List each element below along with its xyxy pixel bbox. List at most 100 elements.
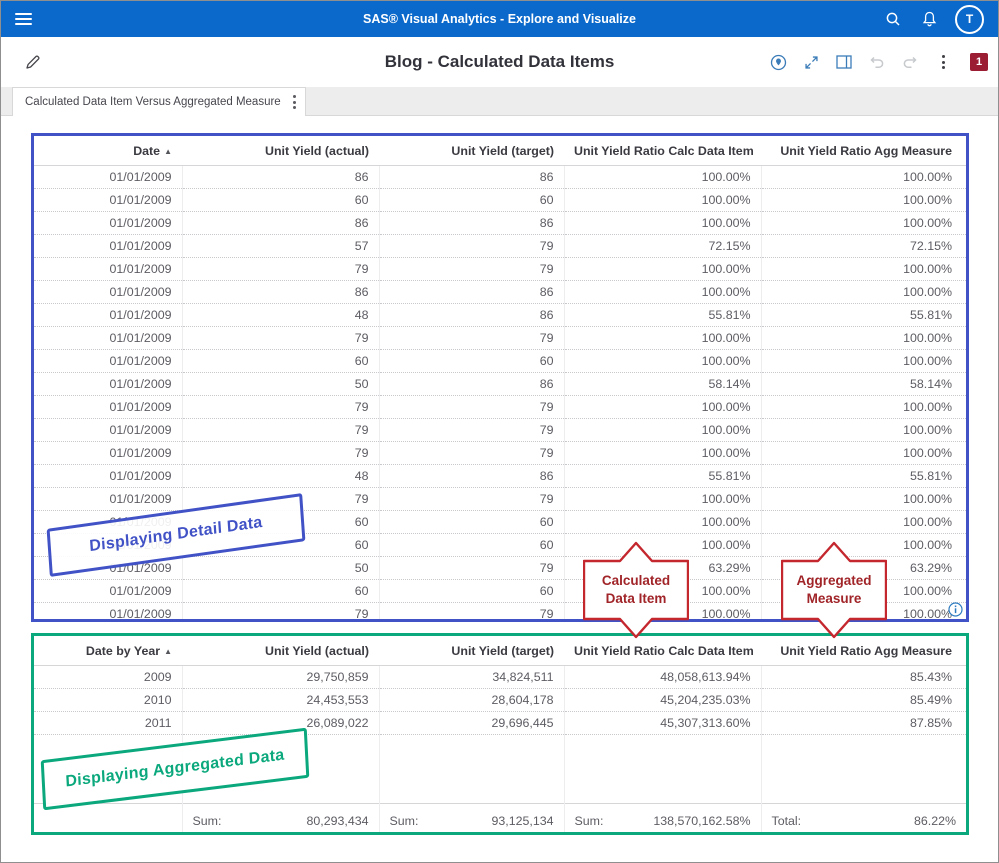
column-header-unit-yield-actual[interactable]: Unit Yield (actual)	[182, 136, 379, 166]
table-cell: 79	[379, 396, 564, 419]
summary-cell-empty	[34, 804, 182, 836]
table-row[interactable]: 01/01/20097979100.00%100.00%	[34, 327, 966, 350]
aggregated-table: Date by Year▲ Unit Yield (actual) Unit Y…	[34, 636, 966, 835]
table-row[interactable]: 01/01/20097979100.00%100.00%	[34, 603, 966, 623]
column-header-date[interactable]: Date▲	[34, 136, 182, 166]
more-options-kebab-icon[interactable]	[933, 52, 953, 72]
table-cell: 60	[182, 511, 379, 534]
table-row[interactable]: 201024,453,55328,604,17845,204,235.03%85…	[34, 689, 966, 712]
application-title: SAS® Visual Analytics - Explore and Visu…	[1, 12, 998, 26]
undo-icon[interactable]	[867, 52, 887, 72]
table-cell: 79	[182, 488, 379, 511]
table-row[interactable]: 200929,750,85934,824,51148,058,613.94%85…	[34, 666, 966, 689]
table-cell: 01/01/2009	[34, 557, 182, 580]
table-row[interactable]: 01/01/20096060100.00%100.00%	[34, 580, 966, 603]
column-header-unit-yield-target[interactable]: Unit Yield (target)	[379, 136, 564, 166]
search-icon[interactable]	[883, 9, 903, 29]
summary-value: 138,570,162.58%	[653, 813, 750, 829]
tab-bar: Calculated Data Item Versus Aggregated M…	[1, 87, 998, 116]
table-cell: 100.00%	[564, 580, 761, 603]
table-row[interactable]: 01/01/20097979100.00%100.00%	[34, 419, 966, 442]
info-icon[interactable]	[948, 602, 963, 617]
table-cell: 100.00%	[761, 350, 966, 373]
table-row[interactable]: 01/01/20098686100.00%100.00%	[34, 212, 966, 235]
table-header-row: Date▲ Unit Yield (actual) Unit Yield (ta…	[34, 136, 966, 166]
table-cell: 55.81%	[761, 465, 966, 488]
table-cell: 57	[182, 235, 379, 258]
table-row[interactable]: 01/01/2009488655.81%55.81%	[34, 304, 966, 327]
table-cell: 100.00%	[564, 212, 761, 235]
table-row[interactable]: 01/01/2009577972.15%72.15%	[34, 235, 966, 258]
column-header-ratio-calc-data-item[interactable]: Unit Yield Ratio Calc Data Item	[564, 636, 761, 666]
table-summary-row: Sum:80,293,434Sum:93,125,134Sum:138,570,…	[34, 804, 966, 836]
table-cell: 100.00%	[761, 488, 966, 511]
table-row[interactable]: 01/01/20096060100.00%100.00%	[34, 511, 966, 534]
table-cell: 100.00%	[564, 258, 761, 281]
table-cell: 72.15%	[761, 235, 966, 258]
maximize-icon[interactable]	[801, 52, 821, 72]
table-cell: 100.00%	[564, 396, 761, 419]
notifications-bell-icon[interactable]	[919, 9, 939, 29]
table-cell: 01/01/2009	[34, 189, 182, 212]
table-cell: 79	[379, 557, 564, 580]
table-row[interactable]: 01/01/20096060100.00%100.00%	[34, 350, 966, 373]
application-bar-actions: T	[883, 5, 984, 34]
column-header-date-by-year[interactable]: Date by Year▲	[34, 636, 182, 666]
table-row[interactable]: 01/01/20097979100.00%100.00%	[34, 258, 966, 281]
table-header-row: Date by Year▲ Unit Yield (actual) Unit Y…	[34, 636, 966, 666]
table-cell: 79	[379, 235, 564, 258]
table-row[interactable]: 01/01/20097979100.00%100.00%	[34, 396, 966, 419]
table-cell: 86	[379, 465, 564, 488]
table-row[interactable]: 01/01/2009488655.81%55.81%	[34, 465, 966, 488]
redo-icon[interactable]	[900, 52, 920, 72]
table-cell: 79	[379, 488, 564, 511]
sort-ascending-icon: ▲	[164, 147, 172, 156]
alert-count-badge[interactable]: 1	[970, 53, 988, 71]
tab-calculated-vs-aggregated[interactable]: Calculated Data Item Versus Aggregated M…	[12, 87, 306, 116]
tab-options-kebab-icon[interactable]	[293, 95, 296, 109]
table-cell: 100.00%	[564, 534, 761, 557]
table-cell: 79	[182, 327, 379, 350]
location-pin-icon[interactable]	[768, 52, 788, 72]
summary-label: Sum:	[575, 813, 604, 829]
table-row[interactable]: 01/01/20098686100.00%100.00%	[34, 166, 966, 189]
table-cell: 100.00%	[761, 189, 966, 212]
table-row[interactable]: 201126,089,02229,696,44545,307,313.60%87…	[34, 712, 966, 735]
table-cell: 01/01/2009	[34, 304, 182, 327]
table-cell: 79	[182, 442, 379, 465]
table-cell: 45,204,235.03%	[564, 689, 761, 712]
column-header-ratio-calc-data-item[interactable]: Unit Yield Ratio Calc Data Item	[564, 136, 761, 166]
column-header-unit-yield-target[interactable]: Unit Yield (target)	[379, 636, 564, 666]
column-header-unit-yield-actual[interactable]: Unit Yield (actual)	[182, 636, 379, 666]
table-cell: 86	[182, 166, 379, 189]
table-cell: 79	[182, 419, 379, 442]
table-cell: 01/01/2009	[34, 419, 182, 442]
column-header-ratio-agg-measure[interactable]: Unit Yield Ratio Agg Measure	[761, 136, 966, 166]
empty-table-area	[34, 735, 966, 804]
user-avatar[interactable]: T	[955, 5, 984, 34]
table-row[interactable]: 01/01/2009507963.29%63.29%	[34, 557, 966, 580]
table-row[interactable]: 01/01/20098686100.00%100.00%	[34, 281, 966, 304]
table-row[interactable]: 01/01/20097979100.00%100.00%	[34, 488, 966, 511]
table-row[interactable]: 01/01/20096060100.00%100.00%	[34, 534, 966, 557]
table-cell: 86	[379, 304, 564, 327]
table-cell: 86	[182, 281, 379, 304]
table-cell: 85.49%	[761, 689, 966, 712]
table-row[interactable]: 01/01/2009508658.14%58.14%	[34, 373, 966, 396]
table-cell: 100.00%	[564, 166, 761, 189]
summary-label: Sum:	[390, 813, 419, 829]
table-row[interactable]: 01/01/20097979100.00%100.00%	[34, 442, 966, 465]
menu-icon[interactable]	[15, 13, 32, 25]
table-cell: 86	[379, 373, 564, 396]
panel-layout-icon[interactable]	[834, 52, 854, 72]
table-cell: 100.00%	[564, 189, 761, 212]
report-canvas: Date▲ Unit Yield (actual) Unit Yield (ta…	[1, 116, 998, 862]
summary-value: 93,125,134	[491, 813, 553, 829]
table-cell: 60	[182, 350, 379, 373]
column-header-ratio-agg-measure[interactable]: Unit Yield Ratio Agg Measure	[761, 636, 966, 666]
table-cell: 2009	[34, 666, 182, 689]
table-row[interactable]: 01/01/20096060100.00%100.00%	[34, 189, 966, 212]
edit-pencil-icon[interactable]	[23, 52, 43, 72]
table-cell: 79	[379, 419, 564, 442]
table-cell: 01/01/2009	[34, 488, 182, 511]
